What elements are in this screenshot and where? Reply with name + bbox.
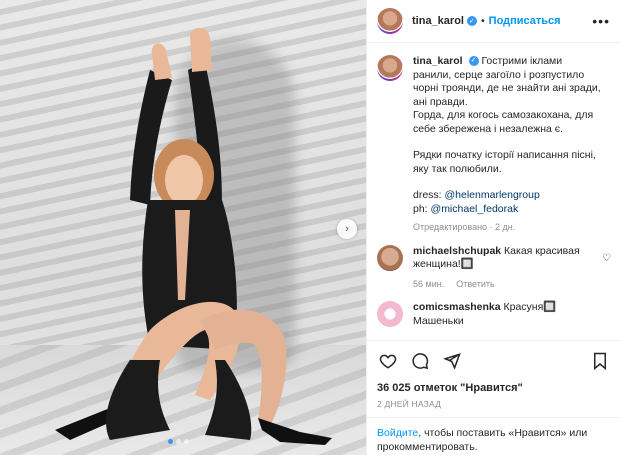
comment-item: michaelshchupak Какая красивая женщина!🔲… xyxy=(377,244,611,292)
comment-username[interactable]: comicsmashenka xyxy=(413,301,501,313)
post-header: tina_karol ✓ • Подписаться ••• xyxy=(367,0,620,43)
header-separator: • xyxy=(480,15,485,27)
comment-meta: 56 мин. Ответить xyxy=(413,278,602,292)
post-actions-bar xyxy=(367,340,620,380)
caption-body: tina_karol ✓ Гострими іклами ранили, сер… xyxy=(413,55,603,235)
slide-dot xyxy=(184,439,189,444)
caption-line-3: Рядки початку історії написання пісні, я… xyxy=(413,149,596,175)
heart-icon xyxy=(379,354,397,369)
likes-number: 36 025 xyxy=(377,382,411,394)
comment-item: comicsmashenka Красуня🔲 Машеньки xyxy=(377,301,611,328)
caption-line-2: Горда, для когось самозакохана, для себе… xyxy=(413,109,594,135)
comment-button[interactable] xyxy=(409,350,431,372)
author-username[interactable]: tina_karol xyxy=(412,15,464,27)
slide-dot xyxy=(176,439,181,444)
share-button[interactable] xyxy=(441,350,463,372)
post-timestamp: 2 ДНЕЙ НАЗАД xyxy=(377,399,442,409)
comment-username[interactable]: michaelshchupak xyxy=(413,245,501,257)
credit-photo: ph: @michael_fedorak xyxy=(413,203,603,217)
comment-body: comicsmashenka Красуня🔲 Машеньки xyxy=(413,301,603,328)
follow-button[interactable]: Подписаться xyxy=(489,15,561,27)
likes-count[interactable]: 36 025 отметок "Нравится" xyxy=(377,382,523,394)
credit-photo-label: ph: xyxy=(413,202,428,215)
comment-icon xyxy=(412,352,429,369)
reply-button[interactable]: Ответить xyxy=(456,278,494,292)
comment-like-heart-icon[interactable]: ♡ xyxy=(602,245,611,292)
author-avatar[interactable] xyxy=(377,8,403,34)
post-caption: tina_karol ✓ Гострими іклами ранили, сер… xyxy=(377,55,611,235)
likes-text: отметок "Нравится" xyxy=(413,382,523,394)
mention-photographer[interactable]: @michael_fedorak xyxy=(431,203,519,215)
credit-dress-label: dress: xyxy=(413,189,442,201)
credit-dress: dress: @helenmarlengroup xyxy=(413,189,603,203)
bookmark-icon xyxy=(594,352,606,370)
verified-badge-icon: ✓ xyxy=(468,56,479,67)
comment-time: 56 мин. xyxy=(413,278,445,289)
post-photo[interactable]: › xyxy=(0,0,366,455)
mention-dress[interactable]: @helenmarlengroup xyxy=(445,189,540,201)
slide-dot-active xyxy=(168,439,173,444)
comment-body: michaelshchupak Какая красивая женщина!🔲… xyxy=(413,245,602,292)
login-link[interactable]: Войдите xyxy=(377,427,418,439)
caption-meta: Отредактировано · 2 дн. xyxy=(413,222,516,232)
save-button[interactable] xyxy=(589,350,611,372)
instagram-post: › tina_karol ✓ • Подписаться ••• tina_ka… xyxy=(0,0,620,455)
send-icon xyxy=(443,352,461,370)
commenter-avatar[interactable] xyxy=(377,244,403,271)
more-horizontal-icon[interactable]: ••• xyxy=(592,13,610,29)
post-side-panel: tina_karol ✓ • Подписаться ••• tina_karo… xyxy=(366,0,620,455)
chevron-right-icon: › xyxy=(345,223,349,235)
slide-indicator xyxy=(168,439,189,444)
verified-badge-icon: ✓ xyxy=(466,16,477,26)
caption-username[interactable]: tina_karol xyxy=(413,55,463,67)
comments-area[interactable]: tina_karol ✓ Гострими іклами ранили, сер… xyxy=(367,43,620,340)
login-prompt: Войдите, чтобы поставить «Нравится» или … xyxy=(367,417,620,455)
next-slide-button[interactable]: › xyxy=(337,219,357,239)
caption-avatar[interactable] xyxy=(377,55,403,81)
commenter-avatar[interactable] xyxy=(377,301,403,327)
like-button[interactable] xyxy=(377,350,399,372)
